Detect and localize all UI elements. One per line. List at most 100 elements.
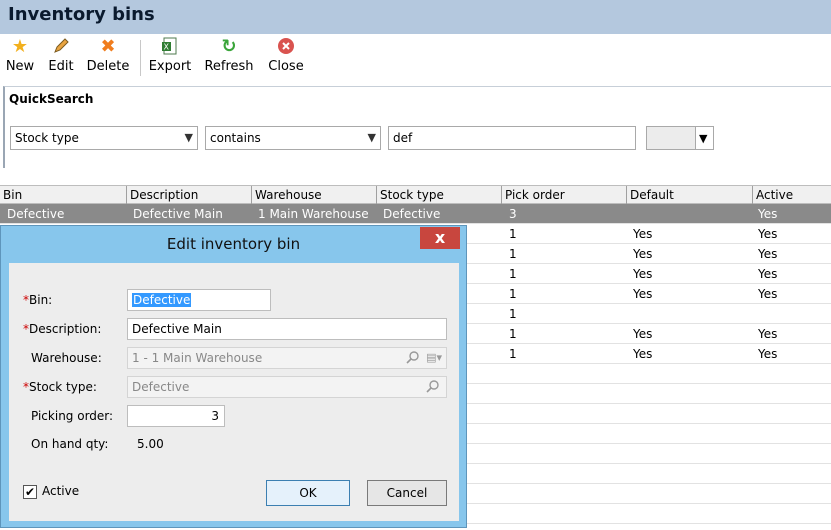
new-button[interactable]: ★ New bbox=[4, 36, 36, 80]
ok-button-label: OK bbox=[299, 486, 317, 500]
column-header-warehouse[interactable]: Warehouse bbox=[251, 186, 376, 204]
dropdown-icon[interactable]: ▤▾ bbox=[426, 348, 442, 368]
bin-label-text: Bin: bbox=[29, 293, 53, 307]
cell-stock-type: Defective bbox=[383, 207, 441, 221]
picking-order-input[interactable]: 3 bbox=[127, 405, 225, 427]
cell-description: Defective Main bbox=[133, 207, 223, 221]
pencil-icon bbox=[50, 36, 72, 58]
cell-pick-order: 1 bbox=[509, 267, 517, 281]
search-icon[interactable] bbox=[406, 348, 420, 371]
dropdown-icon: ▼ bbox=[699, 132, 708, 145]
cell-active: Yes bbox=[758, 327, 778, 341]
edit-button[interactable]: Edit bbox=[46, 36, 76, 80]
cell-pick-order: 1 bbox=[509, 307, 517, 321]
toolbar-separator bbox=[140, 40, 141, 76]
dialog-close-button[interactable]: x bbox=[420, 227, 460, 249]
cell-active: Yes bbox=[758, 227, 778, 241]
window-title: Inventory bins bbox=[8, 4, 155, 25]
delete-button-label: Delete bbox=[86, 59, 130, 74]
bin-label: *Bin: bbox=[23, 293, 52, 307]
quicksearch-field-select[interactable]: Stock type ▼ bbox=[10, 126, 198, 150]
cell-pick-order: 1 bbox=[509, 327, 517, 341]
description-label: *Description: bbox=[23, 322, 101, 336]
quicksearch-operator-select[interactable]: contains ▼ bbox=[205, 126, 381, 150]
column-header-description[interactable]: Description bbox=[126, 186, 251, 204]
edit-button-label: Edit bbox=[48, 59, 74, 74]
bin-input[interactable]: Defective bbox=[127, 289, 271, 311]
stock-type-label-text: Stock type: bbox=[29, 380, 97, 394]
close-icon: x bbox=[434, 228, 446, 247]
ok-button[interactable]: OK bbox=[266, 480, 350, 506]
quicksearch-panel: QuickSearch Stock type ▼ contains ▼ def … bbox=[3, 86, 831, 168]
picking-order-label: Picking order: bbox=[31, 409, 114, 423]
close-circle-icon bbox=[275, 36, 297, 58]
quicksearch-color-dropdown[interactable]: ▼ bbox=[695, 126, 714, 150]
cell-active: Yes bbox=[758, 207, 778, 221]
quicksearch-field-value: Stock type bbox=[15, 131, 79, 145]
window-titlebar: Inventory bins bbox=[0, 0, 831, 34]
cell-default: Yes bbox=[633, 327, 653, 341]
export-button-label: Export bbox=[148, 59, 192, 74]
cell-pick-order: 3 bbox=[509, 207, 517, 221]
bin-input-value: Defective bbox=[132, 293, 192, 307]
picking-order-value: 3 bbox=[211, 409, 219, 423]
cell-pick-order: 1 bbox=[509, 347, 517, 361]
cancel-button[interactable]: Cancel bbox=[367, 480, 447, 506]
refresh-button[interactable]: ↻ Refresh bbox=[204, 36, 254, 80]
cell-active: Yes bbox=[758, 267, 778, 281]
delete-button[interactable]: ✖ Delete bbox=[86, 36, 130, 80]
delete-x-icon: ✖ bbox=[100, 36, 116, 57]
column-header-default[interactable]: Default bbox=[626, 186, 752, 204]
cell-active: Yes bbox=[758, 247, 778, 261]
search-icon[interactable] bbox=[426, 377, 440, 400]
column-header-active[interactable]: Active bbox=[752, 186, 831, 204]
cell-default: Yes bbox=[633, 347, 653, 361]
warehouse-input[interactable]: 1 - 1 Main Warehouse ▤▾ bbox=[127, 347, 447, 369]
cell-active: Yes bbox=[758, 347, 778, 361]
new-button-label: New bbox=[5, 59, 35, 74]
dialog-title: Edit inventory bin bbox=[166, 235, 301, 253]
export-button[interactable]: X Export bbox=[148, 36, 192, 80]
column-header-pick-order[interactable]: Pick order bbox=[501, 186, 626, 204]
cell-active: Yes bbox=[758, 287, 778, 301]
svg-text:X: X bbox=[164, 43, 170, 52]
active-label: Active bbox=[42, 484, 80, 498]
table-row[interactable]: Defective Defective Main 1 Main Warehous… bbox=[0, 204, 831, 224]
onhand-qty-label: On hand qty: bbox=[31, 437, 109, 451]
cell-default: Yes bbox=[633, 267, 653, 281]
chevron-down-icon: ▼ bbox=[367, 131, 376, 144]
cell-warehouse: 1 Main Warehouse bbox=[258, 207, 369, 221]
onhand-qty-value: 5.00 bbox=[137, 437, 164, 451]
description-input-value: Defective Main bbox=[132, 322, 222, 336]
cell-pick-order: 1 bbox=[509, 287, 517, 301]
stock-type-input[interactable]: Defective bbox=[127, 376, 447, 398]
quicksearch-title: QuickSearch bbox=[9, 92, 94, 106]
cell-default: Yes bbox=[633, 287, 653, 301]
cancel-button-label: Cancel bbox=[386, 486, 428, 500]
cell-default: Yes bbox=[633, 227, 653, 241]
quicksearch-value-text: def bbox=[393, 131, 413, 145]
cell-default: Yes bbox=[633, 247, 653, 261]
excel-export-icon: X bbox=[159, 36, 181, 58]
cell-pick-order: 1 bbox=[509, 227, 517, 241]
description-label-text: Description: bbox=[29, 322, 102, 336]
column-header-bin[interactable]: Bin bbox=[0, 186, 126, 204]
quicksearch-value-input[interactable]: def bbox=[388, 126, 636, 150]
quicksearch-operator-value: contains bbox=[210, 131, 261, 145]
close-button-label: Close bbox=[268, 59, 304, 74]
grid-header: Bin Description Warehouse Stock type Pic… bbox=[0, 185, 831, 204]
stock-type-label: *Stock type: bbox=[23, 380, 97, 394]
cell-bin: Defective bbox=[7, 207, 65, 221]
chevron-down-icon: ▼ bbox=[184, 131, 193, 144]
dialog-body: *Bin: Defective *Description: Defective … bbox=[9, 263, 459, 521]
active-checkbox[interactable]: ✔ bbox=[23, 485, 37, 499]
column-header-stock-type[interactable]: Stock type bbox=[376, 186, 501, 204]
close-button[interactable]: Close bbox=[266, 36, 306, 80]
warehouse-input-value: 1 - 1 Main Warehouse bbox=[132, 351, 263, 365]
quicksearch-color-picker[interactable] bbox=[646, 126, 696, 150]
description-input[interactable]: Defective Main bbox=[127, 318, 447, 340]
refresh-button-label: Refresh bbox=[204, 59, 254, 74]
toolbar: ★ New Edit ✖ Delete X Export ↻ Refresh C… bbox=[0, 34, 831, 84]
cell-pick-order: 1 bbox=[509, 247, 517, 261]
stock-type-input-value: Defective bbox=[132, 380, 190, 394]
